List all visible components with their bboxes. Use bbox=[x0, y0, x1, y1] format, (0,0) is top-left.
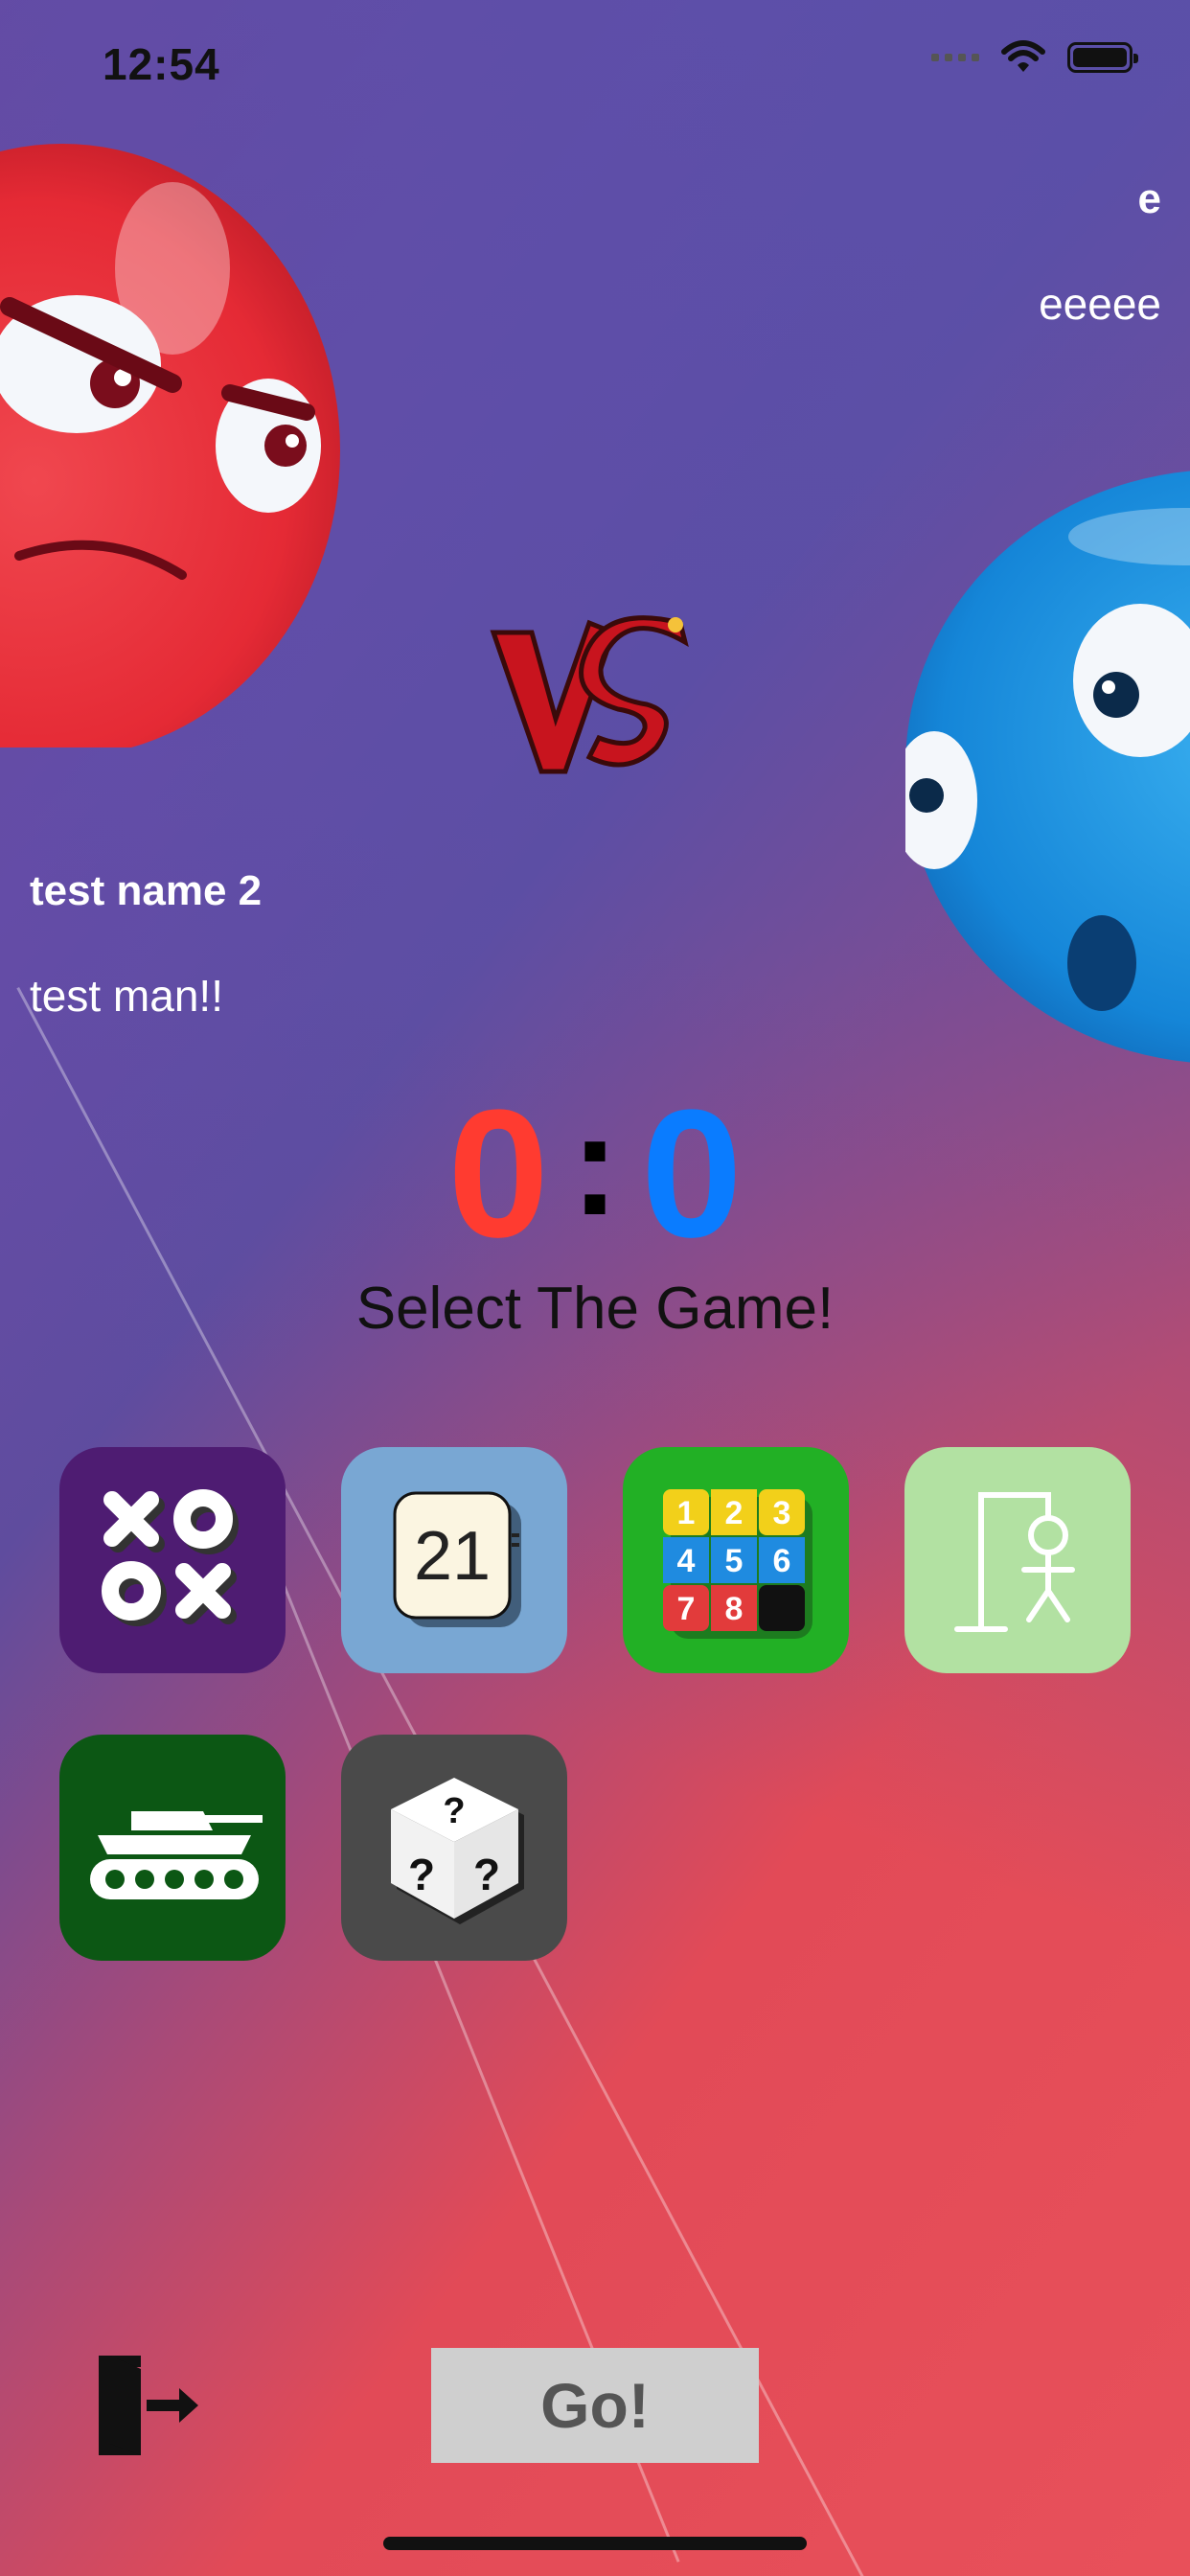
cellular-signal-icon bbox=[931, 54, 979, 61]
opponent-name: e bbox=[1137, 175, 1161, 222]
svg-text:8: 8 bbox=[725, 1591, 744, 1627]
game-tic-tac-toe-button[interactable] bbox=[59, 1447, 286, 1673]
svg-text:?: ? bbox=[443, 1791, 465, 1831]
hangman-icon bbox=[904, 1447, 1131, 1673]
twenty-one-label: 21 bbox=[414, 1518, 491, 1595]
player-score: 0 bbox=[447, 1072, 549, 1276]
tank-icon bbox=[59, 1735, 286, 1961]
svg-text:1: 1 bbox=[677, 1495, 696, 1531]
twenty-one-icon: 21 bbox=[341, 1447, 567, 1673]
svg-text:?: ? bbox=[473, 1850, 500, 1899]
svg-text:?: ? bbox=[408, 1850, 435, 1899]
game-tank-button[interactable] bbox=[59, 1735, 286, 1961]
versus-emblem bbox=[490, 615, 689, 774]
status-icons bbox=[931, 40, 1138, 75]
game-twenty-one-button[interactable]: 21 bbox=[341, 1447, 567, 1673]
svg-text:4: 4 bbox=[677, 1543, 696, 1579]
game-hangman-button[interactable] bbox=[904, 1447, 1131, 1673]
opponent-avatar bbox=[905, 471, 1190, 1063]
battery-icon bbox=[1067, 42, 1138, 73]
select-game-title: Select The Game! bbox=[355, 1276, 835, 1342]
game-dice-button[interactable]: ? ? ? bbox=[341, 1735, 567, 1961]
player-avatar bbox=[0, 144, 340, 748]
wifi-icon bbox=[1001, 40, 1045, 72]
game-select-screen: 12: 54 e eeeee test name 2 test man!! 0:… bbox=[0, 0, 1190, 2576]
player-name: test name 2 bbox=[30, 867, 263, 914]
sliding-puzzle-icon: 123 456 78 bbox=[623, 1447, 849, 1673]
opponent-score: 0 bbox=[641, 1072, 743, 1276]
home-indicator[interactable] bbox=[383, 2537, 807, 2550]
game-sliding-puzzle-button[interactable]: 123 456 78 bbox=[623, 1447, 849, 1673]
go-button[interactable]: Go! bbox=[431, 2348, 759, 2463]
svg-text:2: 2 bbox=[725, 1495, 744, 1531]
svg-text:5: 5 bbox=[725, 1543, 744, 1579]
exit-icon[interactable] bbox=[91, 2348, 206, 2463]
tic-tac-toe-icon bbox=[59, 1447, 286, 1673]
opponent-status: eeeee bbox=[1039, 279, 1161, 329]
score-separator: : bbox=[571, 1084, 619, 1245]
svg-text:3: 3 bbox=[773, 1495, 791, 1531]
svg-text:6: 6 bbox=[773, 1543, 791, 1579]
dice-icon: ? ? ? bbox=[341, 1735, 567, 1961]
svg-text:7: 7 bbox=[677, 1591, 696, 1627]
player-status: test man!! bbox=[30, 971, 223, 1021]
scoreboard: 0 : 0 bbox=[0, 1083, 1190, 1265]
